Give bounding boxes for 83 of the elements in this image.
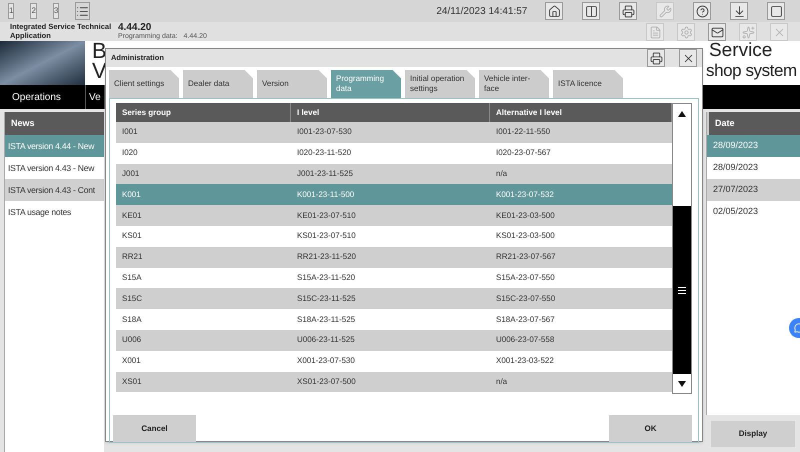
table-row[interactable]: RR21 RR21-23-11-520 RR21-23-07-567 <box>116 246 672 268</box>
table-cell-text: S18A-23-11-525 <box>296 314 356 326</box>
header-subtitle: shop system <box>706 61 798 81</box>
table-row[interactable]: KE01 KE01-23-07-510 KE01-23-03-500 <box>116 205 672 226</box>
close-icon[interactable] <box>679 49 697 67</box>
table-cell-text: X001-23-03-522 <box>495 355 555 368</box>
home-icon[interactable] <box>545 2 564 20</box>
printer-icon[interactable] <box>619 2 638 20</box>
table-row[interactable]: S15A S15A-23-11-520 S15A-23-07-550 <box>116 268 672 288</box>
dialog-tab[interactable]: ISTA licence <box>553 70 623 98</box>
panels-icon[interactable] <box>582 2 600 20</box>
table-cell-text: K001 <box>121 188 142 201</box>
dialog-tab[interactable]: Client settings <box>109 70 179 98</box>
table-row[interactable]: J001 J001-23-11-525 n/a <box>116 164 672 184</box>
table-cell-text: J001-23-11-525 <box>296 168 354 180</box>
table-cell-text: X001 <box>121 355 142 368</box>
news-item[interactable]: ISTA version 4.43 - Cont <box>5 179 104 201</box>
table-cell-text: n/a <box>495 168 508 180</box>
table-cell-text: S18A <box>121 314 143 326</box>
table-cell-text: S15A-23-07-550 <box>495 272 556 284</box>
header-subtitle: V <box>92 61 107 81</box>
table-cell-text: I020-23-07-567 <box>495 147 552 160</box>
screen-tab[interactable]: 3 <box>52 3 60 19</box>
scroll-thumb[interactable] <box>673 206 691 374</box>
table-cell-text: I020 <box>121 147 139 160</box>
table-cell-text: K001-23-07-532 <box>495 188 555 201</box>
table-cell-text: I001-23-07-530 <box>296 126 353 138</box>
table-cell-text: J001 <box>121 168 140 180</box>
table-cell-text: KE01-23-07-510 <box>296 210 357 222</box>
table-cell-text: KE01 <box>121 210 143 222</box>
table-cell-text: I001 <box>121 126 139 138</box>
table-cell-text: I020-23-11-520 <box>296 147 352 160</box>
table-cell-text: U006-23-11-525 <box>296 334 356 346</box>
table-cell-text: U006 <box>121 334 142 346</box>
dialog-tab[interactable]: Vehicle inter- face <box>479 70 549 98</box>
display-button[interactable]: Display <box>711 420 795 446</box>
screen-tab[interactable]: 1 <box>8 3 14 19</box>
table-cell-text: X001-23-07-530 <box>296 355 356 368</box>
header-title: Service <box>708 41 774 61</box>
window-icon[interactable] <box>767 2 786 20</box>
table-cell-text: S15C-23-07-550 <box>495 292 556 305</box>
table-cell-text: S15C-23-11-525 <box>296 292 357 305</box>
table-cell-text: KS01-23-03-500 <box>495 230 556 242</box>
table-cell-text: S15C <box>121 292 144 305</box>
printer-icon[interactable] <box>647 49 665 67</box>
table-cell-text: n/a <box>495 376 508 388</box>
table-cell-text: S15A-23-11-520 <box>296 272 356 284</box>
news-date: 27/07/2023 <box>707 179 800 201</box>
dialog-tab[interactable]: Initial operation settings <box>405 70 475 98</box>
ok-button[interactable]: OK <box>609 415 692 442</box>
table-cell-text: XS01 <box>121 376 143 388</box>
help-icon[interactable] <box>693 2 712 20</box>
table-cell-text: U006-23-07-558 <box>495 334 556 346</box>
table-cell-text: KS01 <box>121 230 143 242</box>
table-row[interactable]: I001 I001-23-07-530 I001-22-11-550 <box>116 122 672 143</box>
table-cell-text: RR21 <box>121 251 144 264</box>
scrollbar[interactable] <box>672 103 692 394</box>
table-cell-text: KS01-23-07-510 <box>296 230 357 242</box>
table-cell-text: I001-22-11-550 <box>495 126 552 138</box>
dialog-tab[interactable]: Version <box>257 70 327 98</box>
screen-tab[interactable]: 2 <box>30 3 37 19</box>
datetime: 24/11/2023 14:41:57 <box>436 4 528 18</box>
header-title: B <box>92 41 107 61</box>
column-header: Date <box>707 112 800 135</box>
nav-tab[interactable]: Operations <box>0 85 86 109</box>
table-cell-text: RR21-23-11-520 <box>296 251 357 264</box>
app-version: 4.44.20 <box>118 22 152 33</box>
table-cell-text: RR21-23-07-567 <box>495 251 557 264</box>
table-row[interactable]: U006 U006-23-11-525 U006-23-07-558 <box>116 330 672 351</box>
table-cell-text: XS01-23-07-500 <box>296 376 357 388</box>
table-cell-text: S15A <box>121 272 143 284</box>
news-date: 28/09/2023 <box>707 135 800 157</box>
table-row[interactable]: S15C S15C-23-11-525 S15C-23-07-550 <box>116 288 672 310</box>
table-cell-text: K001-23-11-500 <box>296 188 356 201</box>
table-row[interactable]: XS01 XS01-23-07-500 n/a <box>116 372 672 392</box>
table-cell-text: S18A-23-07-567 <box>495 314 556 326</box>
mail-icon[interactable] <box>708 23 726 41</box>
table-cell-text: KE01-23-03-500 <box>495 210 556 222</box>
dialog-tab[interactable]: Dealer data <box>183 70 253 98</box>
cancel-button[interactable]: Cancel <box>113 415 196 442</box>
download-icon[interactable] <box>730 2 748 20</box>
column-header: News <box>5 112 104 135</box>
list-icon[interactable] <box>75 2 90 20</box>
